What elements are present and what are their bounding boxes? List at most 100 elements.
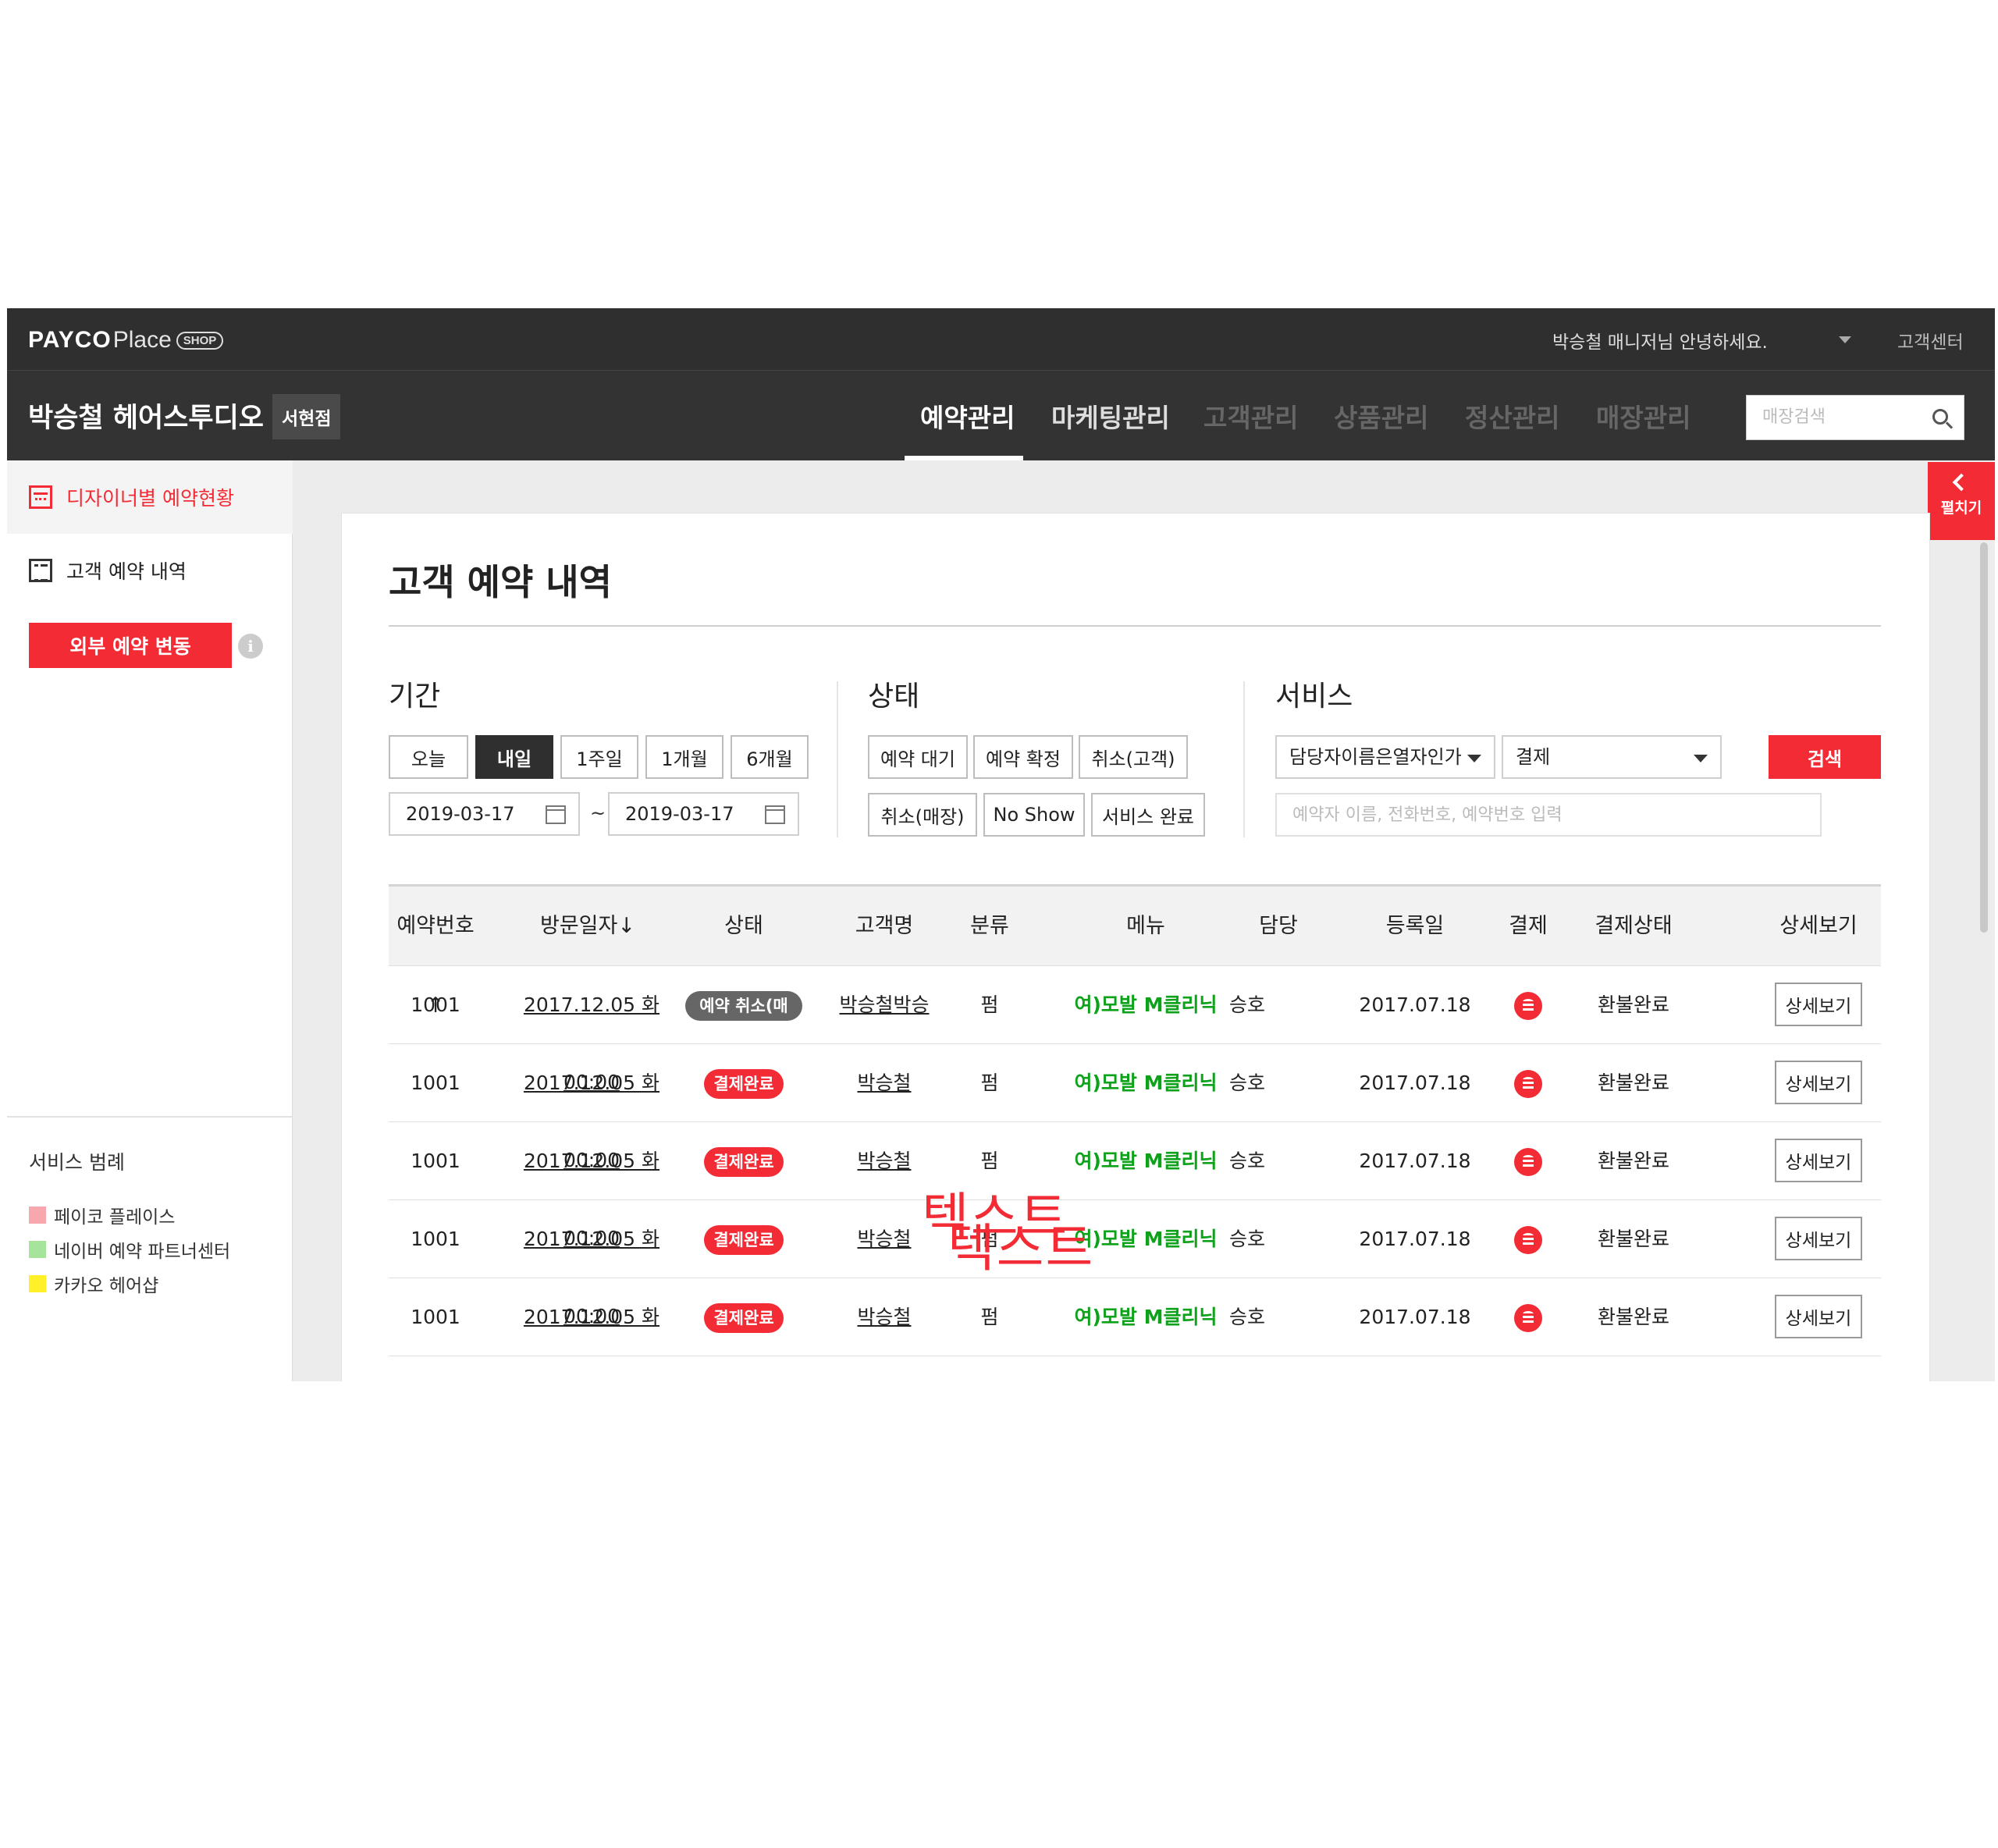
expand-tab-label: 펼치기 — [1940, 499, 1982, 517]
designer-select-value: 담당자이름은열자인가 — [1289, 746, 1462, 768]
cell-customer[interactable]: 박승철박승 — [826, 966, 943, 1043]
caret-down-icon[interactable] — [1839, 336, 1851, 343]
period-6month-button[interactable]: 6개월 — [731, 735, 809, 779]
cell-customer-text[interactable]: 박승철 — [857, 1306, 911, 1328]
dropdown-arrow-icon — [1467, 755, 1481, 762]
store-search-input[interactable] — [1747, 396, 1918, 438]
scrollbar[interactable] — [1980, 542, 1988, 933]
cell-visit-date[interactable]: 2017.12.05 화 00:00 — [498, 1044, 685, 1171]
status-badge: 결제완료 — [704, 1069, 784, 1099]
cell-status: 결제완료 — [685, 1200, 802, 1278]
status-complete-button[interactable]: 서비스 완료 — [1091, 793, 1205, 837]
list-icon — [29, 559, 52, 582]
cell-visit-date[interactable]: 2017.12.05 화 00:00 — [498, 1122, 685, 1249]
payco-place-logo[interactable]: PAYCO Place SHOP — [28, 327, 224, 354]
sidebar-item-label: 디자이너별 예약현황 — [66, 487, 234, 510]
header-payment: 결제 — [1509, 914, 1548, 938]
external-reservation-button[interactable]: 외부 예약 변동 — [29, 623, 232, 668]
payment-select[interactable]: 결제 — [1502, 735, 1722, 779]
top-bar: PAYCO Place SHOP 박승철 매니저님 안녕하세요. 고객센터 — [7, 308, 1995, 371]
calendar-icon[interactable] — [546, 805, 566, 824]
cell-visit-date[interactable]: 2017.12.05 화 00:00 — [498, 966, 685, 1093]
status-confirmed-button[interactable]: 예약 확정 — [973, 735, 1073, 779]
cell-staff-text: 승호 — [1228, 1150, 1265, 1172]
cell-customer[interactable]: 박승철 — [826, 1278, 943, 1356]
detail-button[interactable]: 상세보기 — [1775, 1139, 1862, 1182]
tab-store[interactable]: 매장관리 — [1596, 397, 1690, 435]
detail-button[interactable]: 상세보기 — [1775, 1295, 1862, 1338]
cell-customer[interactable]: 박승철 — [826, 1044, 943, 1121]
cell-staff-text: 승호 — [1228, 1228, 1265, 1250]
header-reservation-no[interactable]: 예약번호↑ — [389, 887, 482, 1018]
expand-tab[interactable]: 펼치기 — [1928, 462, 1995, 540]
keyword-search-input[interactable] — [1275, 793, 1822, 837]
cell-visit-date[interactable]: 2017.12.05 화 00:00 — [498, 1200, 685, 1327]
legend-swatch — [29, 1207, 46, 1224]
search-button[interactable]: 검색 — [1769, 735, 1881, 779]
cell-customer-text[interactable]: 박승철 — [857, 1071, 911, 1094]
cell-staff: 승호 — [1200, 1200, 1294, 1278]
cell-status: 결제완료 — [685, 1122, 802, 1199]
status-label: 상태 — [868, 681, 920, 713]
detail-button[interactable]: 상세보기 — [1775, 1061, 1862, 1104]
status-noshow-button[interactable]: No Show — [983, 793, 1085, 837]
cell-registered: 2017.07.18 — [1356, 966, 1474, 1043]
customer-center-link[interactable]: 고객센터 — [1897, 327, 1964, 354]
main-panel: 고객 예약 내역 기간 오늘 내일 1주일 1개월 6개월 2019-03-17… — [341, 513, 1930, 1381]
status-badge: 결제완료 — [704, 1147, 784, 1177]
logo-payco-text: PAYCO — [28, 327, 112, 353]
cell-reservation-no-text: 1001 — [411, 1150, 460, 1172]
date-from-field[interactable]: 2019-03-17 — [389, 792, 580, 836]
period-week-button[interactable]: 1주일 — [560, 735, 638, 779]
cell-payment — [1489, 1278, 1567, 1356]
cell-customer-text[interactable]: 박승철 — [857, 1228, 911, 1250]
status-badge: 예약 취소(매장) — [685, 991, 802, 1045]
header-visit-date[interactable]: 방문일자↓ — [506, 887, 670, 966]
cell-category-text: 펌 — [980, 1150, 999, 1172]
legend-item-kakao: 카카오 헤어샵 — [29, 1270, 158, 1297]
service-label: 서비스 — [1275, 681, 1353, 713]
page-title: 고객 예약 내역 — [389, 561, 612, 603]
status-waiting-button[interactable]: 예약 대기 — [868, 735, 968, 779]
branch-badge: 서현점 — [272, 394, 341, 439]
sidebar-item-reservation-history[interactable]: 고객 예약 내역 — [7, 534, 293, 607]
cell-pay-status-text: 환불완료 — [1597, 1228, 1669, 1250]
cell-status: 결제완료 — [685, 1278, 802, 1356]
detail-button[interactable]: 상세보기 — [1775, 1217, 1862, 1260]
table-row: 10012017.12.05 화 00:00결제완료박승철펌여)모발 M클리닉승… — [389, 1200, 1881, 1327]
period-today-button[interactable]: 오늘 — [389, 735, 468, 779]
date-from-value: 2019-03-17 — [406, 803, 515, 825]
cell-pay-status: 환불완료 — [1575, 966, 1692, 1043]
coin-icon — [1514, 1304, 1542, 1332]
cell-staff-text: 승호 — [1228, 1306, 1265, 1328]
cell-registered-text: 2017.07.18 — [1359, 1150, 1471, 1172]
legend-swatch — [29, 1275, 46, 1292]
cell-visit-date-text[interactable]: 2017.12.05 화 00:00 — [524, 1306, 659, 1381]
cell-registered-text: 2017.07.18 — [1359, 1071, 1471, 1094]
cell-visit-date[interactable]: 2017.12.05 화 00:00 — [498, 1278, 685, 1356]
period-month-button[interactable]: 1개월 — [645, 735, 723, 779]
status-cancel-customer-button[interactable]: 취소(고객) — [1079, 735, 1188, 779]
tab-customer[interactable]: 고객관리 — [1203, 397, 1298, 435]
header-customer: 고객명 — [855, 914, 914, 938]
coin-icon — [1514, 992, 1542, 1020]
cell-customer-text[interactable]: 박승철박승 — [839, 993, 929, 1016]
cell-customer-text[interactable]: 박승철 — [857, 1150, 911, 1172]
sidebar-item-designer-schedule[interactable]: 디자이너별 예약현황 — [7, 460, 293, 534]
detail-button[interactable]: 상세보기 — [1775, 983, 1862, 1026]
designer-select[interactable]: 담당자이름은열자인가 — [1275, 735, 1495, 779]
tab-marketing[interactable]: 마케팅관리 — [1051, 397, 1170, 435]
period-tomorrow-button[interactable]: 내일 — [475, 735, 553, 779]
cell-registered: 2017.07.18 — [1356, 1278, 1474, 1356]
tab-reservation[interactable]: 예약관리 — [920, 397, 1015, 435]
status-cancel-store-button[interactable]: 취소(매장) — [868, 793, 977, 837]
date-to-field[interactable]: 2019-03-17 — [608, 792, 799, 836]
tab-product[interactable]: 상품관리 — [1334, 397, 1428, 435]
info-icon[interactable]: i — [238, 634, 263, 659]
header-pay-status: 결제상태 — [1594, 914, 1673, 938]
logo-place-text: Place — [112, 327, 172, 353]
tab-settlement[interactable]: 정산관리 — [1465, 397, 1559, 435]
cell-category-text: 펌 — [980, 1306, 999, 1328]
search-icon[interactable] — [1932, 409, 1948, 425]
calendar-icon[interactable] — [765, 805, 785, 824]
